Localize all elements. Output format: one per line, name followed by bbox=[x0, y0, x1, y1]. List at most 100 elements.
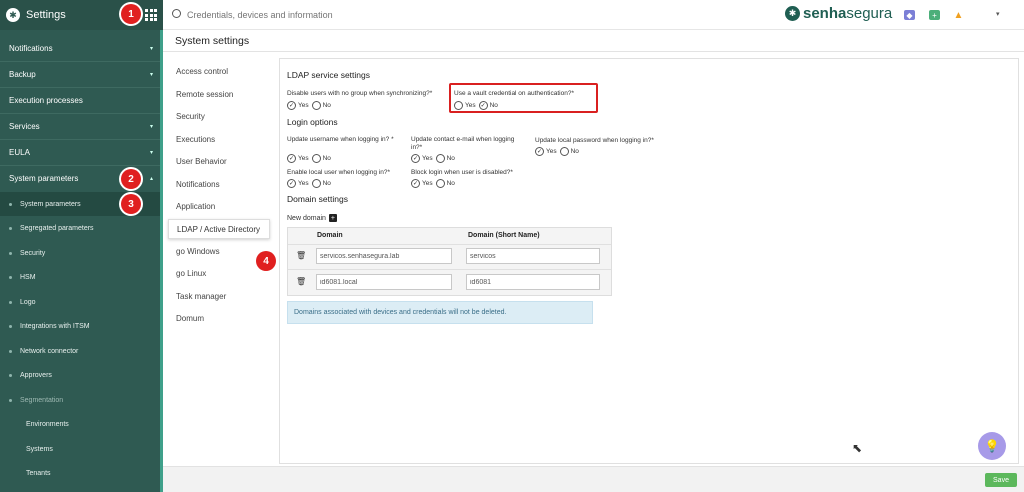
sidebar-subsubitem-environments[interactable]: Environments bbox=[0, 412, 160, 436]
brand-name-light: segura bbox=[846, 5, 893, 22]
app-logo-icon: ✱ bbox=[6, 8, 20, 22]
question-update-username: Update username when logging in? * bbox=[287, 136, 394, 143]
radio-no[interactable] bbox=[311, 154, 321, 163]
radio-no[interactable] bbox=[559, 147, 569, 156]
radio-group-vault-credential: Yes No bbox=[454, 101, 501, 110]
step-badge-3: 3 bbox=[121, 194, 141, 214]
domain-input[interactable] bbox=[316, 274, 452, 290]
domain-input[interactable] bbox=[316, 248, 452, 264]
page-header: System settings bbox=[163, 30, 1024, 52]
sidebar-subitem-label: Segregated parameters bbox=[20, 224, 94, 232]
radio-no[interactable] bbox=[311, 101, 321, 110]
nav-ldap-active-directory[interactable]: LDAP / Active Directory bbox=[168, 219, 270, 239]
sidebar-item-backup[interactable]: Backup ▾ bbox=[0, 62, 160, 87]
new-domain-button[interactable]: New domain + bbox=[287, 214, 337, 222]
save-button[interactable]: Save bbox=[985, 473, 1017, 487]
sidebar-subitem-hsm[interactable]: HSM bbox=[0, 265, 160, 289]
radio-group-block-login: Yes No bbox=[411, 179, 458, 188]
nav-application[interactable]: Application bbox=[168, 196, 270, 216]
sidebar-subitem-label: HSM bbox=[20, 273, 36, 281]
chevron-down-icon: ▾ bbox=[150, 150, 154, 156]
question-block-login: Block login when user is disabled?* bbox=[411, 169, 513, 176]
sidebar-item-execution-processes[interactable]: Execution processes bbox=[0, 88, 160, 113]
nav-user-behavior[interactable]: User Behavior bbox=[168, 151, 270, 171]
radio-yes[interactable] bbox=[287, 154, 296, 163]
trash-icon[interactable]: 🗑 bbox=[296, 277, 306, 286]
step-badge-1: 1 bbox=[121, 4, 141, 24]
nav-remote-session[interactable]: Remote session bbox=[168, 84, 270, 104]
sidebar-subitem-label: Integrations with ITSM bbox=[20, 322, 90, 330]
chevron-down-icon: ▾ bbox=[150, 46, 154, 52]
new-domain-label: New domain bbox=[287, 214, 326, 222]
sidebar-scroll-edge bbox=[160, 30, 163, 492]
topbar: ✱ senhasegura ◆ + ▲ ▾ bbox=[163, 0, 1024, 30]
sidebar-item-label: Execution processes bbox=[9, 96, 83, 105]
sidebar-subitem-label: Logo bbox=[20, 298, 36, 306]
radio-yes[interactable] bbox=[411, 154, 420, 163]
question-disable-users: Disable users with no group when synchro… bbox=[287, 90, 433, 97]
radio-group-enable-local-user: Yes No bbox=[287, 179, 334, 188]
radio-group-update-email: Yes No bbox=[411, 154, 458, 163]
radio-yes[interactable] bbox=[411, 179, 420, 188]
sidebar-subitem-label: System parameters bbox=[20, 200, 81, 208]
sidebar-item-notifications[interactable]: Notifications ▾ bbox=[0, 36, 160, 61]
question-vault-credential: Use a vault credential on authentication… bbox=[454, 90, 574, 97]
sidebar-subitem-label: Environments bbox=[26, 420, 69, 428]
sidebar-subitem-label: Systems bbox=[26, 445, 53, 453]
brand-name-bold: senha bbox=[803, 5, 847, 22]
sidebar-subitem-logo[interactable]: Logo bbox=[0, 290, 160, 314]
radio-yes[interactable] bbox=[287, 101, 296, 110]
nav-domum[interactable]: Domum bbox=[168, 308, 270, 328]
search-input[interactable] bbox=[187, 8, 487, 22]
sidebar-subitem-network-connector[interactable]: Network connector bbox=[0, 339, 160, 363]
sidebar-item-services[interactable]: Services ▾ bbox=[0, 114, 160, 139]
app-title: Settings bbox=[26, 9, 66, 21]
radio-no[interactable] bbox=[478, 101, 488, 110]
sidebar-subitem-label: Security bbox=[20, 249, 46, 257]
page-title: System settings bbox=[175, 35, 250, 47]
shield-icon[interactable]: ◆ bbox=[904, 10, 915, 20]
sidebar: ✱ Settings Notifications ▾ Backup ▾ Execut… bbox=[0, 0, 163, 492]
sidebar-subsubitem-systems[interactable]: Systems bbox=[0, 437, 160, 461]
sidebar-subitem-integrations-itsm[interactable]: Integrations with ITSM bbox=[0, 314, 160, 338]
sidebar-subitem-security[interactable]: Security bbox=[0, 241, 160, 265]
nav-executions[interactable]: Executions bbox=[168, 129, 270, 149]
nav-go-windows[interactable]: go Windows bbox=[168, 241, 270, 261]
short-name-input[interactable] bbox=[466, 248, 600, 264]
radio-no[interactable] bbox=[311, 179, 321, 188]
nav-go-linux[interactable]: go Linux bbox=[168, 263, 270, 283]
domain-table: Domain Domain (Short Name) 🗑 🗑 bbox=[287, 227, 612, 296]
short-name-input[interactable] bbox=[466, 274, 600, 290]
column-header-short-name: Domain (Short Name) bbox=[468, 232, 540, 239]
radio-yes[interactable] bbox=[287, 179, 296, 188]
sidebar-item-eula[interactable]: EULA ▾ bbox=[0, 140, 160, 165]
chevron-down-icon[interactable]: ▾ bbox=[996, 10, 1000, 18]
apps-grid-icon[interactable] bbox=[145, 9, 157, 21]
question-enable-local-user: Enable local user when logging in?* bbox=[287, 169, 390, 176]
sidebar-subitem-segregated-parameters[interactable]: Segregated parameters bbox=[0, 216, 160, 240]
radio-no[interactable] bbox=[435, 179, 445, 188]
radio-no[interactable] bbox=[435, 154, 445, 163]
nav-security[interactable]: Security bbox=[168, 106, 270, 126]
radio-yes[interactable] bbox=[454, 101, 463, 110]
sidebar-subsubitem-tenants[interactable]: Tenants bbox=[0, 461, 160, 485]
question-update-email: Update contact e-mail when logging in?* bbox=[411, 136, 515, 151]
section-title-ldap: LDAP service settings bbox=[287, 70, 370, 80]
ldap-settings-panel: LDAP service settings Disable users with… bbox=[279, 58, 1019, 464]
sidebar-subitem-label: Network connector bbox=[20, 347, 79, 355]
sidebar-subitem-approvers[interactable]: Approvers bbox=[0, 363, 160, 387]
trash-icon[interactable]: 🗑 bbox=[296, 251, 306, 260]
nav-access-control[interactable]: Access control bbox=[168, 61, 270, 81]
sidebar-subitem-segmentation[interactable]: Segmentation bbox=[0, 388, 160, 412]
radio-yes[interactable] bbox=[535, 147, 544, 156]
brand-seal-icon: ✱ bbox=[785, 6, 800, 21]
brand-logo: ✱ senha segura bbox=[785, 5, 892, 22]
section-title-domain: Domain settings bbox=[287, 194, 348, 204]
nav-notifications[interactable]: Notifications bbox=[168, 174, 270, 194]
warning-icon[interactable]: ▲ bbox=[953, 10, 964, 21]
chevron-down-icon: ▾ bbox=[150, 72, 154, 78]
nav-task-manager[interactable]: Task manager bbox=[168, 286, 270, 306]
lightbulb-help-icon[interactable]: 💡 bbox=[978, 432, 1006, 460]
radio-group-update-username: Yes No bbox=[287, 154, 334, 163]
plus-square-icon[interactable]: + bbox=[929, 10, 940, 20]
